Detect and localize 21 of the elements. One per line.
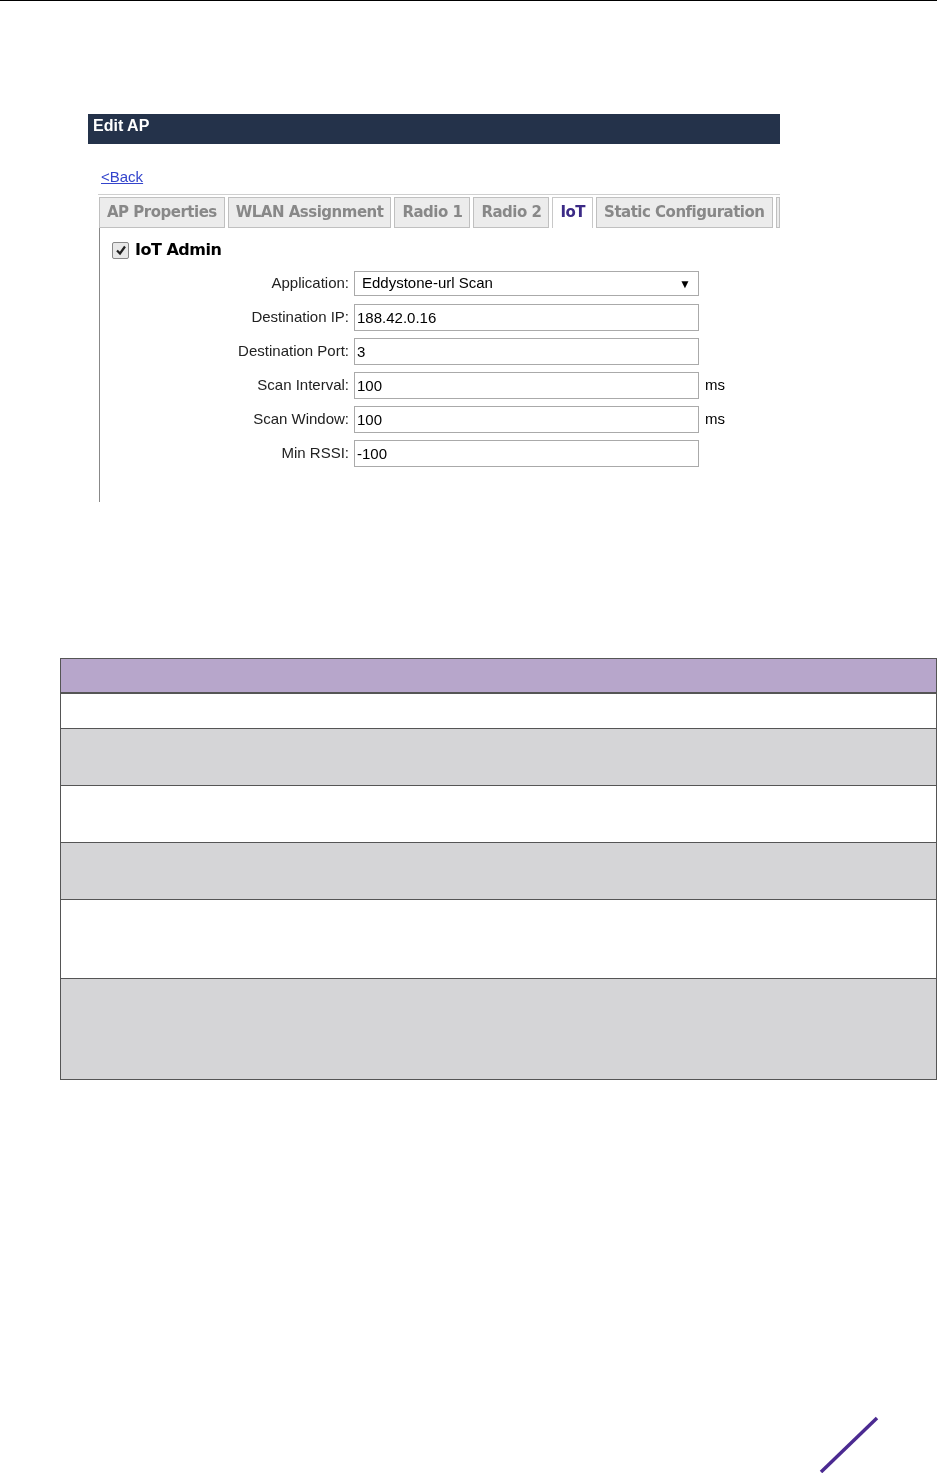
unit-label: ms (705, 409, 725, 430)
field-label: Destination Port: (237, 341, 350, 362)
input-field[interactable]: 100 (354, 406, 699, 433)
checkbox[interactable] (112, 241, 129, 259)
dropdown[interactable]: Eddystone-url Scan ▼ (354, 271, 699, 296)
checkmark-icon (114, 244, 127, 256)
field-label: Destination IP: (250, 307, 350, 328)
window-title: Edit AP (88, 114, 780, 144)
input-field[interactable]: 3 (354, 338, 699, 365)
input-field[interactable]: -100 (354, 440, 699, 467)
tab[interactable]: IoT (552, 197, 594, 228)
input-field[interactable]: 188.42.0.16 (354, 304, 699, 331)
field-label: Scan Interval: (256, 375, 350, 396)
input-field[interactable]: 100 (354, 372, 699, 399)
field-label: Scan Window: (252, 409, 350, 430)
checkbox-label: IoT Admin (135, 239, 222, 261)
back-link[interactable]: <Back (101, 168, 144, 185)
field-label: Min RSSI: (280, 443, 350, 464)
field-label: Application: (270, 273, 350, 294)
unit-label: ms (705, 375, 725, 396)
slash-logo (818, 1416, 880, 1473)
